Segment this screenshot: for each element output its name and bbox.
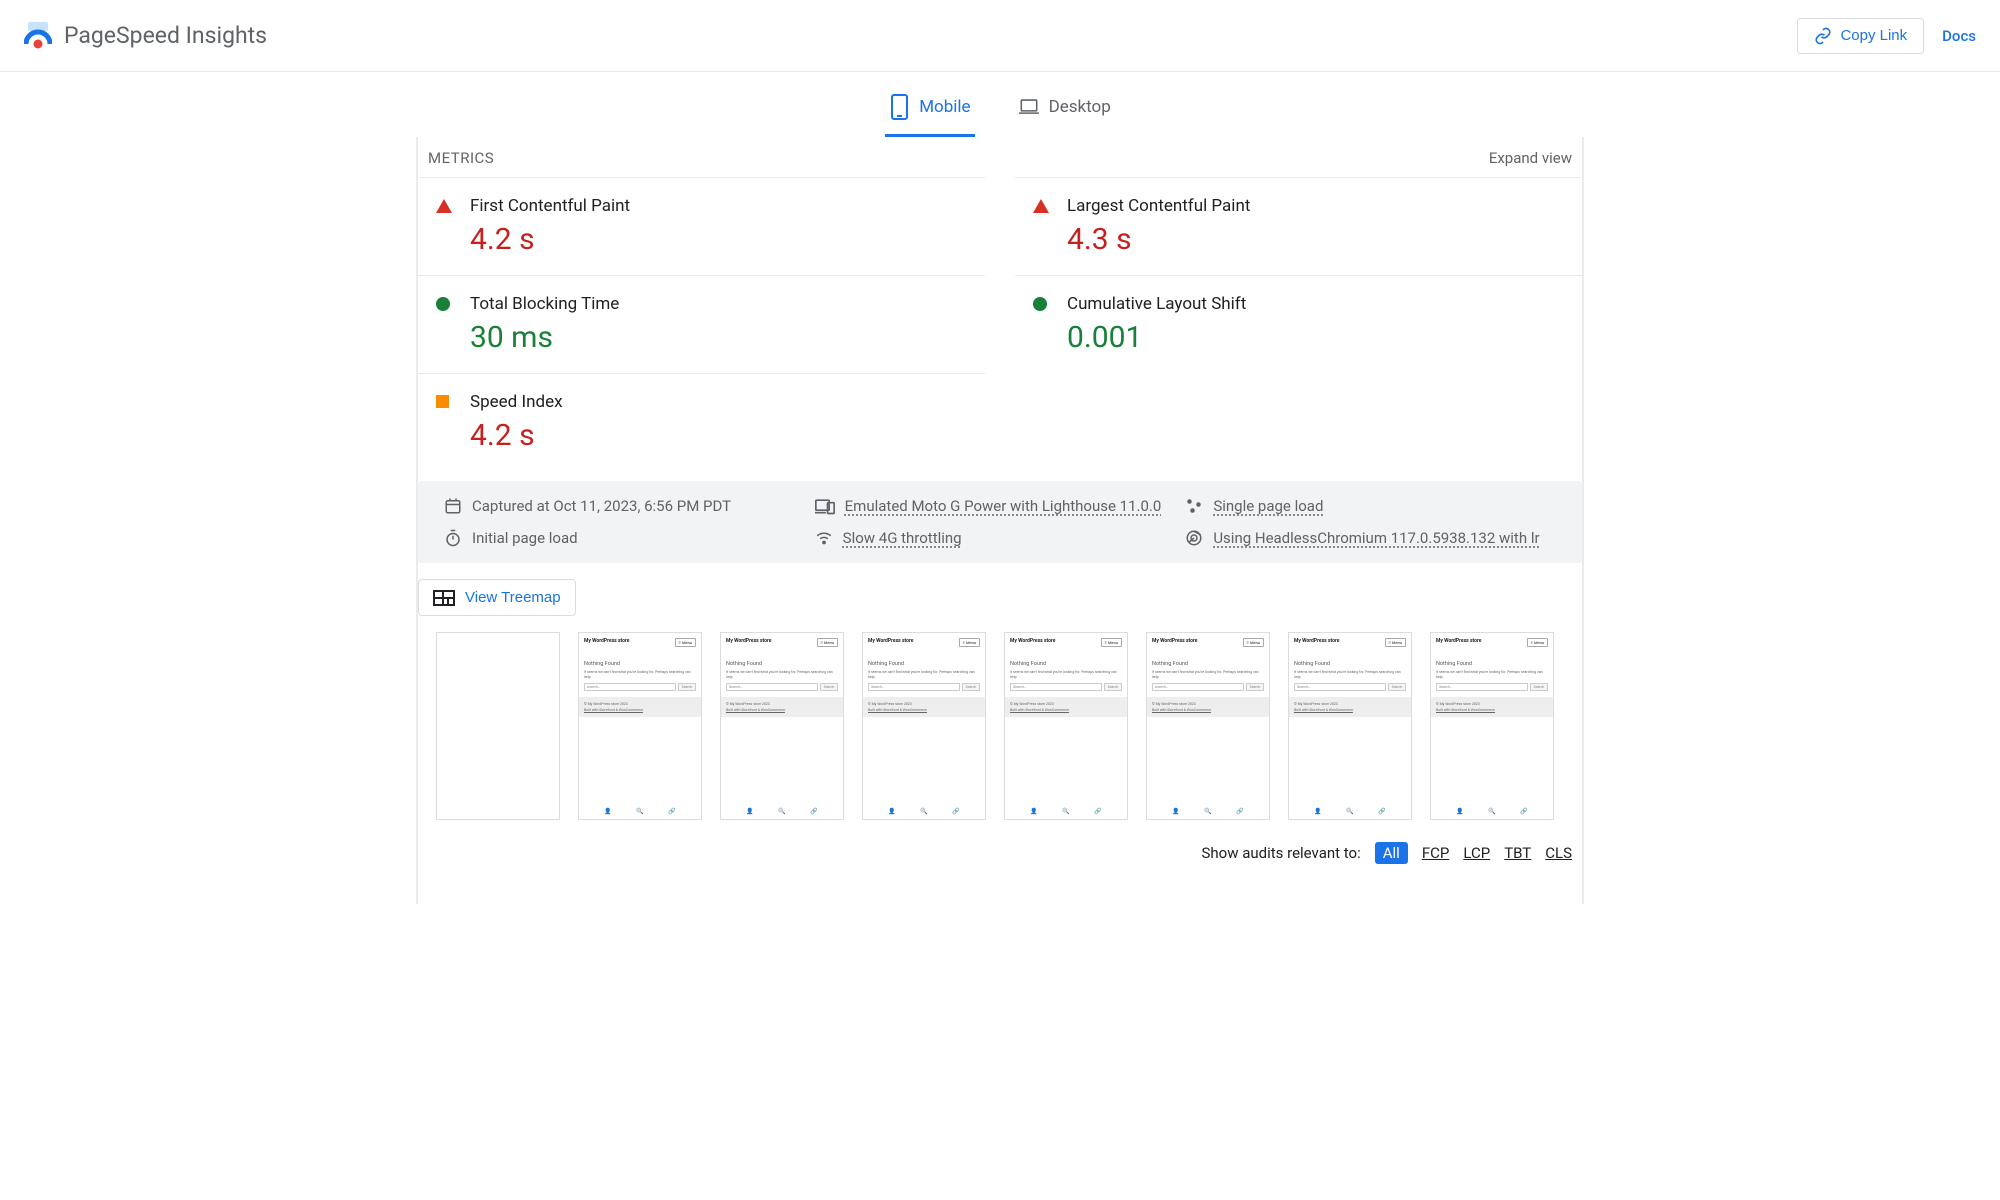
status-poor-icon <box>436 199 452 215</box>
filter-fcp[interactable]: FCP <box>1422 844 1450 862</box>
metric-lcp: Largest Contentful Paint 4.3 s <box>1015 177 1582 275</box>
metric-value: 4.2 s <box>470 418 563 453</box>
chrome-icon <box>1185 529 1203 547</box>
metrics-label: METRICS <box>428 149 494 167</box>
metric-value: 4.2 s <box>470 222 630 257</box>
filmstrip-frame: My WordPress store≡ Menu Nothing Found I… <box>578 632 702 820</box>
stopwatch-icon <box>444 529 462 547</box>
filter-all[interactable]: All <box>1375 842 1408 864</box>
env-device: Emulated Moto G Power with Lighthouse 11… <box>815 497 1186 515</box>
env-text: Initial page load <box>472 529 578 547</box>
header-right: Copy Link Docs <box>1797 18 1976 54</box>
audits-filter-label: Show audits relevant to: <box>1202 844 1361 862</box>
filmstrip-frame: My WordPress store≡ Menu Nothing Found I… <box>862 632 986 820</box>
desktop-icon <box>1019 94 1039 120</box>
environment-panel: Captured at Oct 11, 2023, 6:56 PM PDT Em… <box>418 481 1582 563</box>
expand-view-toggle[interactable]: Expand view <box>1489 149 1572 167</box>
metric-fcp: First Contentful Paint 4.2 s <box>418 177 985 275</box>
link-icon <box>1814 27 1832 45</box>
treemap-label: View Treemap <box>465 589 561 606</box>
content: METRICS Expand view First Contentful Pai… <box>416 137 1584 904</box>
devices-icon <box>815 497 835 515</box>
docs-link[interactable]: Docs <box>1942 27 1976 45</box>
mobile-icon <box>889 94 909 120</box>
metric-name: First Contentful Paint <box>470 196 630 216</box>
audits-filter: Show audits relevant to: All FCP LCP TBT… <box>418 820 1582 864</box>
metric-value: 30 ms <box>470 320 619 355</box>
metric-si: Speed Index 4.2 s <box>418 373 985 471</box>
filmstrip-frame: My WordPress store≡ Menu Nothing Found I… <box>1146 632 1270 820</box>
metric-value: 0.001 <box>1067 320 1246 355</box>
env-initial: Initial page load <box>444 529 815 547</box>
env-link[interactable]: Emulated Moto G Power with Lighthouse 11… <box>845 497 1162 515</box>
filmstrip-frame: My WordPress store≡ Menu Nothing Found I… <box>1004 632 1128 820</box>
env-browser: Using HeadlessChromium 117.0.5938.132 wi… <box>1185 529 1556 547</box>
network-icon <box>815 529 833 547</box>
tab-mobile[interactable]: Mobile <box>885 88 974 137</box>
metric-cls: Cumulative Layout Shift 0.001 <box>1015 275 1582 373</box>
filmstrip-frame: My WordPress store≡ Menu Nothing Found I… <box>1430 632 1554 820</box>
env-load-type: Single page load <box>1185 497 1556 515</box>
env-text: Captured at Oct 11, 2023, 6:56 PM PDT <box>472 497 731 515</box>
status-good-icon <box>436 297 452 313</box>
tab-desktop[interactable]: Desktop <box>1015 88 1115 137</box>
metric-tbt: Total Blocking Time 30 ms <box>418 275 985 373</box>
status-average-icon <box>436 395 452 411</box>
env-captured: Captured at Oct 11, 2023, 6:56 PM PDT <box>444 497 815 515</box>
filmstrip-frame: My WordPress store≡ Menu Nothing Found I… <box>1288 632 1412 820</box>
metric-name: Speed Index <box>470 392 563 412</box>
metric-name: Largest Contentful Paint <box>1067 196 1250 216</box>
metric-name: Cumulative Layout Shift <box>1067 294 1246 314</box>
env-link[interactable]: Slow 4G throttling <box>843 529 962 547</box>
app-header: PageSpeed Insights Copy Link Docs <box>0 0 2000 72</box>
app-title: PageSpeed Insights <box>64 22 267 49</box>
filter-tbt[interactable]: TBT <box>1504 844 1531 862</box>
env-throttling: Slow 4G throttling <box>815 529 1186 547</box>
filter-lcp[interactable]: LCP <box>1463 844 1490 862</box>
status-poor-icon <box>1033 199 1049 215</box>
psi-logo-icon <box>24 22 52 50</box>
device-tabs: Mobile Desktop <box>0 72 2000 137</box>
metrics-header: METRICS Expand view <box>418 137 1582 177</box>
filmstrip: My WordPress store≡ Menu Nothing Found I… <box>418 632 1582 820</box>
metric-value: 4.3 s <box>1067 222 1250 257</box>
treemap-icon <box>433 590 455 606</box>
status-good-icon <box>1033 297 1049 313</box>
treemap-row: View Treemap <box>418 563 1582 632</box>
filmstrip-frame-blank <box>436 632 560 820</box>
metrics-grid: First Contentful Paint 4.2 s Largest Con… <box>418 177 1582 471</box>
copy-link-button[interactable]: Copy Link <box>1797 18 1924 54</box>
filmstrip-frame: My WordPress store≡ Menu Nothing Found I… <box>720 632 844 820</box>
cluster-icon <box>1185 497 1203 515</box>
tab-mobile-label: Mobile <box>919 97 970 117</box>
env-link[interactable]: Single page load <box>1213 497 1323 515</box>
tab-desktop-label: Desktop <box>1049 97 1111 117</box>
view-treemap-button[interactable]: View Treemap <box>418 579 576 616</box>
calendar-icon <box>444 497 462 515</box>
copy-link-label: Copy Link <box>1840 27 1907 44</box>
metric-name: Total Blocking Time <box>470 294 619 314</box>
env-link[interactable]: Using HeadlessChromium 117.0.5938.132 wi… <box>1213 529 1539 547</box>
header-left: PageSpeed Insights <box>24 22 267 50</box>
filter-cls[interactable]: CLS <box>1545 844 1572 862</box>
